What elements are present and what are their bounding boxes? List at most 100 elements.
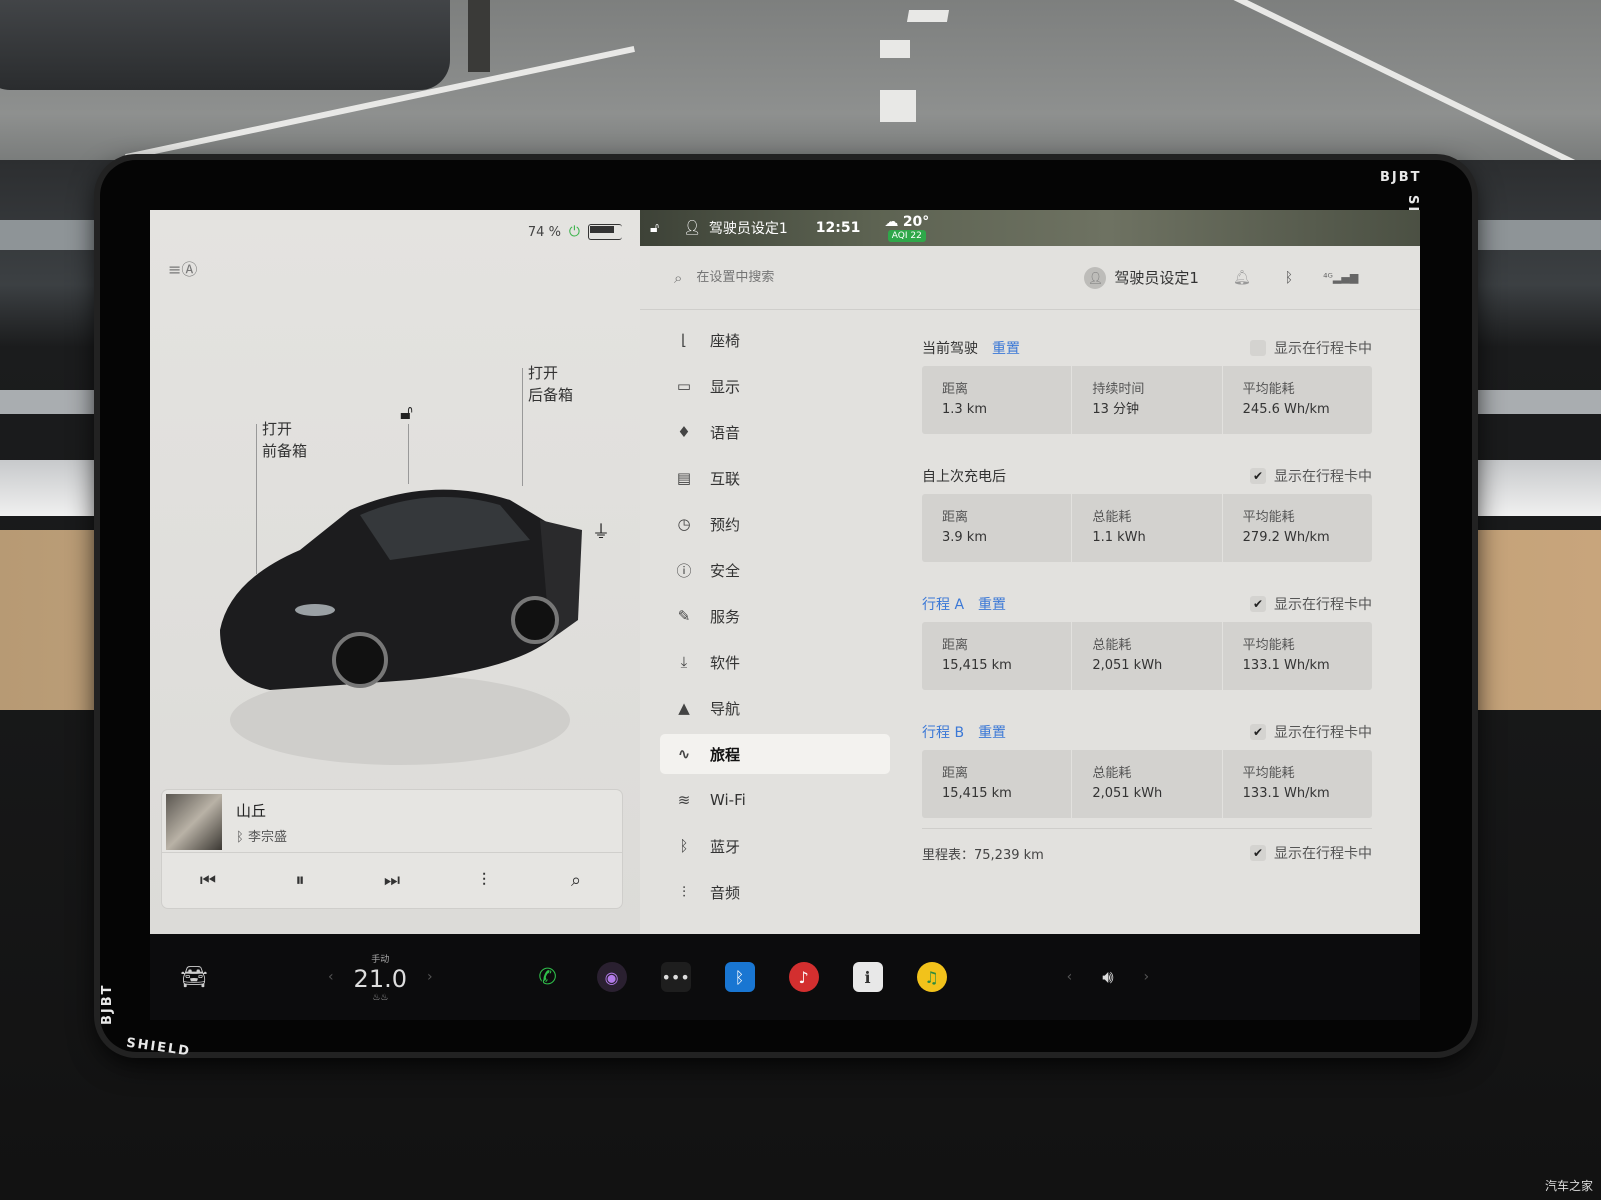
stat-label: 持续时间 — [1092, 382, 1145, 397]
volume-icon[interactable]: 🔊︎ — [1102, 967, 1113, 988]
checkmark-icon[interactable]: ✔ — [1250, 596, 1266, 612]
cabin-temperature: 21.0 — [353, 964, 407, 993]
bell-icon[interactable]: 🔔︎ — [1233, 270, 1251, 286]
menu-item-display[interactable]: ▭ 显示 — [660, 366, 890, 406]
previous-track-icon[interactable]: ⏮ — [188, 870, 228, 891]
trip-title: 当前驾驶 — [922, 341, 978, 357]
status-user-icon[interactable]: 👤︎ — [683, 220, 701, 236]
show-in-card-toggle[interactable]: 显示在行程卡中 — [1250, 338, 1372, 358]
stat-cell: 平均能耗 279.2 Wh/km — [1223, 494, 1372, 562]
profile-avatar-icon[interactable]: 👤︎ — [1084, 266, 1107, 289]
aqi-badge: AQI 22 — [887, 230, 926, 242]
car-icon[interactable]: 🚘︎ — [180, 965, 208, 990]
pause-icon[interactable]: ⏸ — [280, 870, 320, 891]
menu-item-trips[interactable]: ∿ 旅程 — [660, 734, 890, 774]
menu-item-navigation[interactable]: ▲ 导航 — [660, 688, 890, 728]
menu-item-connectivity[interactable]: ▤ 互联 — [660, 458, 890, 498]
temp-down-chevron-icon[interactable]: ‹ — [328, 969, 334, 985]
equalizer-icon[interactable]: ⫶ — [464, 870, 504, 891]
bluetooth-icon[interactable]: ᛒ — [1285, 270, 1293, 286]
menu-label: 安全 — [710, 561, 741, 580]
menu-label: 座椅 — [710, 331, 741, 350]
reset-current-button[interactable]: 重置 — [992, 338, 1020, 358]
menu-item-schedule[interactable]: ◷ 预约 — [660, 504, 890, 544]
bezel-brand-top: BJBT — [1380, 170, 1422, 185]
seat-heater-icon: ♨♨ — [372, 992, 389, 1003]
netease-music-icon[interactable]: ♪ — [788, 962, 819, 992]
settings-menu: ⌊ 座椅 ▭ 显示 ♦ 语音 ▤ 互联 ◷ 预约 ⓘ 安全 ✎ 服务 ⤓ 软件 ▲ 导航 ∿ 旅程 … — [660, 320, 890, 918]
bluetooth-app-icon[interactable]: ᛒ — [724, 962, 755, 992]
menu-item-bluetooth[interactable]: ᛒ 蓝牙 — [660, 826, 890, 866]
status-lock-icon[interactable]: 🔓︎ — [650, 220, 659, 236]
show-label: 显示在行程卡中 — [1274, 846, 1372, 862]
menu-item-service[interactable]: ✎ 服务 — [660, 596, 890, 636]
show-in-card-toggle[interactable]: ✔ 显示在行程卡中 — [1250, 843, 1372, 863]
media-search-icon[interactable]: ⌕ — [556, 870, 596, 891]
stat-value: 13 分钟 — [1092, 402, 1140, 417]
menu-label: 导航 — [710, 699, 741, 718]
bluetooth-icon: ᛒ — [679, 837, 689, 855]
profile-name[interactable]: 驾驶员设定1 — [1114, 267, 1199, 288]
volume-down-chevron-icon[interactable]: ‹ — [1067, 969, 1073, 985]
temp-up-chevron-icon[interactable]: › — [427, 969, 433, 985]
signal-4g-icon: ⁴ᴳ▂▄▆ — [1323, 271, 1359, 284]
watermark: 汽车之家 — [1544, 1179, 1593, 1193]
download-icon: ⤓ — [680, 653, 688, 671]
battery-status: 74 % ⏻ — [528, 224, 622, 240]
checkmark-icon[interactable]: ✔ — [1250, 724, 1266, 740]
album-art[interactable] — [166, 794, 222, 850]
menu-label: 语音 — [710, 423, 741, 442]
next-track-icon[interactable]: ⏭ — [372, 870, 412, 891]
trip-current: 当前驾驶 重置 显示在行程卡中 距离 1.3 km 持续时间 13 分钟 平均能耗 2… — [922, 336, 1372, 434]
settings-header: ⌕ 👤︎ 驾驶员设定1 🔔︎ ᛒ ⁴ᴳ▂▄▆ — [640, 246, 1420, 310]
reset-trip-a-button[interactable]: 重置 — [978, 594, 1006, 614]
display-icon: ▭ — [676, 377, 692, 395]
stat-value: 2,051 kWh — [1092, 658, 1163, 673]
stat-value: 2,051 kWh — [1092, 786, 1163, 801]
menu-item-seat[interactable]: ⌊ 座椅 — [660, 320, 890, 360]
lock-open-icon[interactable]: 🔓︎ — [400, 400, 413, 424]
trunk-label-name: 后备箱 — [528, 386, 574, 404]
menu-label: 旅程 — [710, 745, 741, 764]
show-in-card-toggle[interactable]: ✔ 显示在行程卡中 — [1250, 594, 1372, 614]
menu-item-wifi[interactable]: ≋ Wi-Fi — [660, 780, 890, 820]
climate-control[interactable]: 手动 21.0 ♨♨ — [354, 952, 407, 1003]
charge-port-icon[interactable]: ⏚ — [592, 518, 610, 544]
stat-cell: 总能耗 1.1 kWh — [1072, 494, 1223, 562]
bluetooth-source-icon: ᛒ — [236, 830, 248, 845]
headlight-icon[interactable]: ≡Ⓐ — [168, 256, 197, 280]
open-trunk-button[interactable]: 打开 后备箱 — [528, 362, 573, 406]
menu-item-audio[interactable]: ⫶ 音频 — [660, 872, 890, 912]
settings-search-input[interactable] — [696, 270, 997, 285]
stat-cell: 总能耗 2,051 kWh — [1072, 750, 1223, 818]
camera-icon[interactable]: ◉ — [596, 962, 627, 992]
show-in-card-toggle[interactable]: ✔ 显示在行程卡中 — [1250, 466, 1372, 486]
checkbox-unchecked[interactable] — [1250, 340, 1266, 356]
stat-label: 平均能耗 — [1242, 638, 1295, 653]
more-apps-icon[interactable]: ••• — [660, 962, 691, 992]
show-in-card-toggle[interactable]: ✔ 显示在行程卡中 — [1250, 722, 1372, 742]
song-title: 山丘 — [236, 802, 267, 820]
menu-item-safety[interactable]: ⓘ 安全 — [660, 550, 890, 590]
car-model-render — [220, 489, 582, 765]
charging-plug-icon: ⏻ — [568, 224, 580, 240]
manual-icon[interactable]: ℹ — [852, 962, 883, 992]
cloud-icon: ☁ — [884, 214, 899, 230]
checkmark-icon[interactable]: ✔ — [1250, 845, 1266, 861]
phone-icon[interactable]: ✆ — [533, 962, 563, 992]
qq-music-icon[interactable]: ♫ — [916, 962, 947, 992]
stat-cell: 平均能耗 133.1 Wh/km — [1223, 750, 1372, 818]
stat-value: 3.9 km — [942, 530, 987, 545]
safety-icon: ⓘ — [676, 561, 692, 580]
checkmark-icon[interactable]: ✔ — [1250, 468, 1266, 484]
volume-up-chevron-icon[interactable]: › — [1144, 969, 1150, 985]
trip-stats: 距离 3.9 km 总能耗 1.1 kWh 平均能耗 279.2 Wh/km — [922, 494, 1372, 562]
open-frunk-button[interactable]: 打开 前备箱 — [262, 418, 307, 462]
trip-stats: 距离 15,415 km 总能耗 2,051 kWh 平均能耗 133.1 Wh/km — [922, 750, 1372, 818]
reset-trip-b-button[interactable]: 重置 — [978, 722, 1006, 742]
menu-label: 音频 — [710, 883, 741, 902]
status-profile-name[interactable]: 驾驶员设定1 — [709, 218, 788, 238]
menu-item-software[interactable]: ⤓ 软件 — [660, 642, 890, 682]
stat-value: 1.1 kWh — [1092, 530, 1146, 545]
menu-item-voice[interactable]: ♦ 语音 — [660, 412, 890, 452]
